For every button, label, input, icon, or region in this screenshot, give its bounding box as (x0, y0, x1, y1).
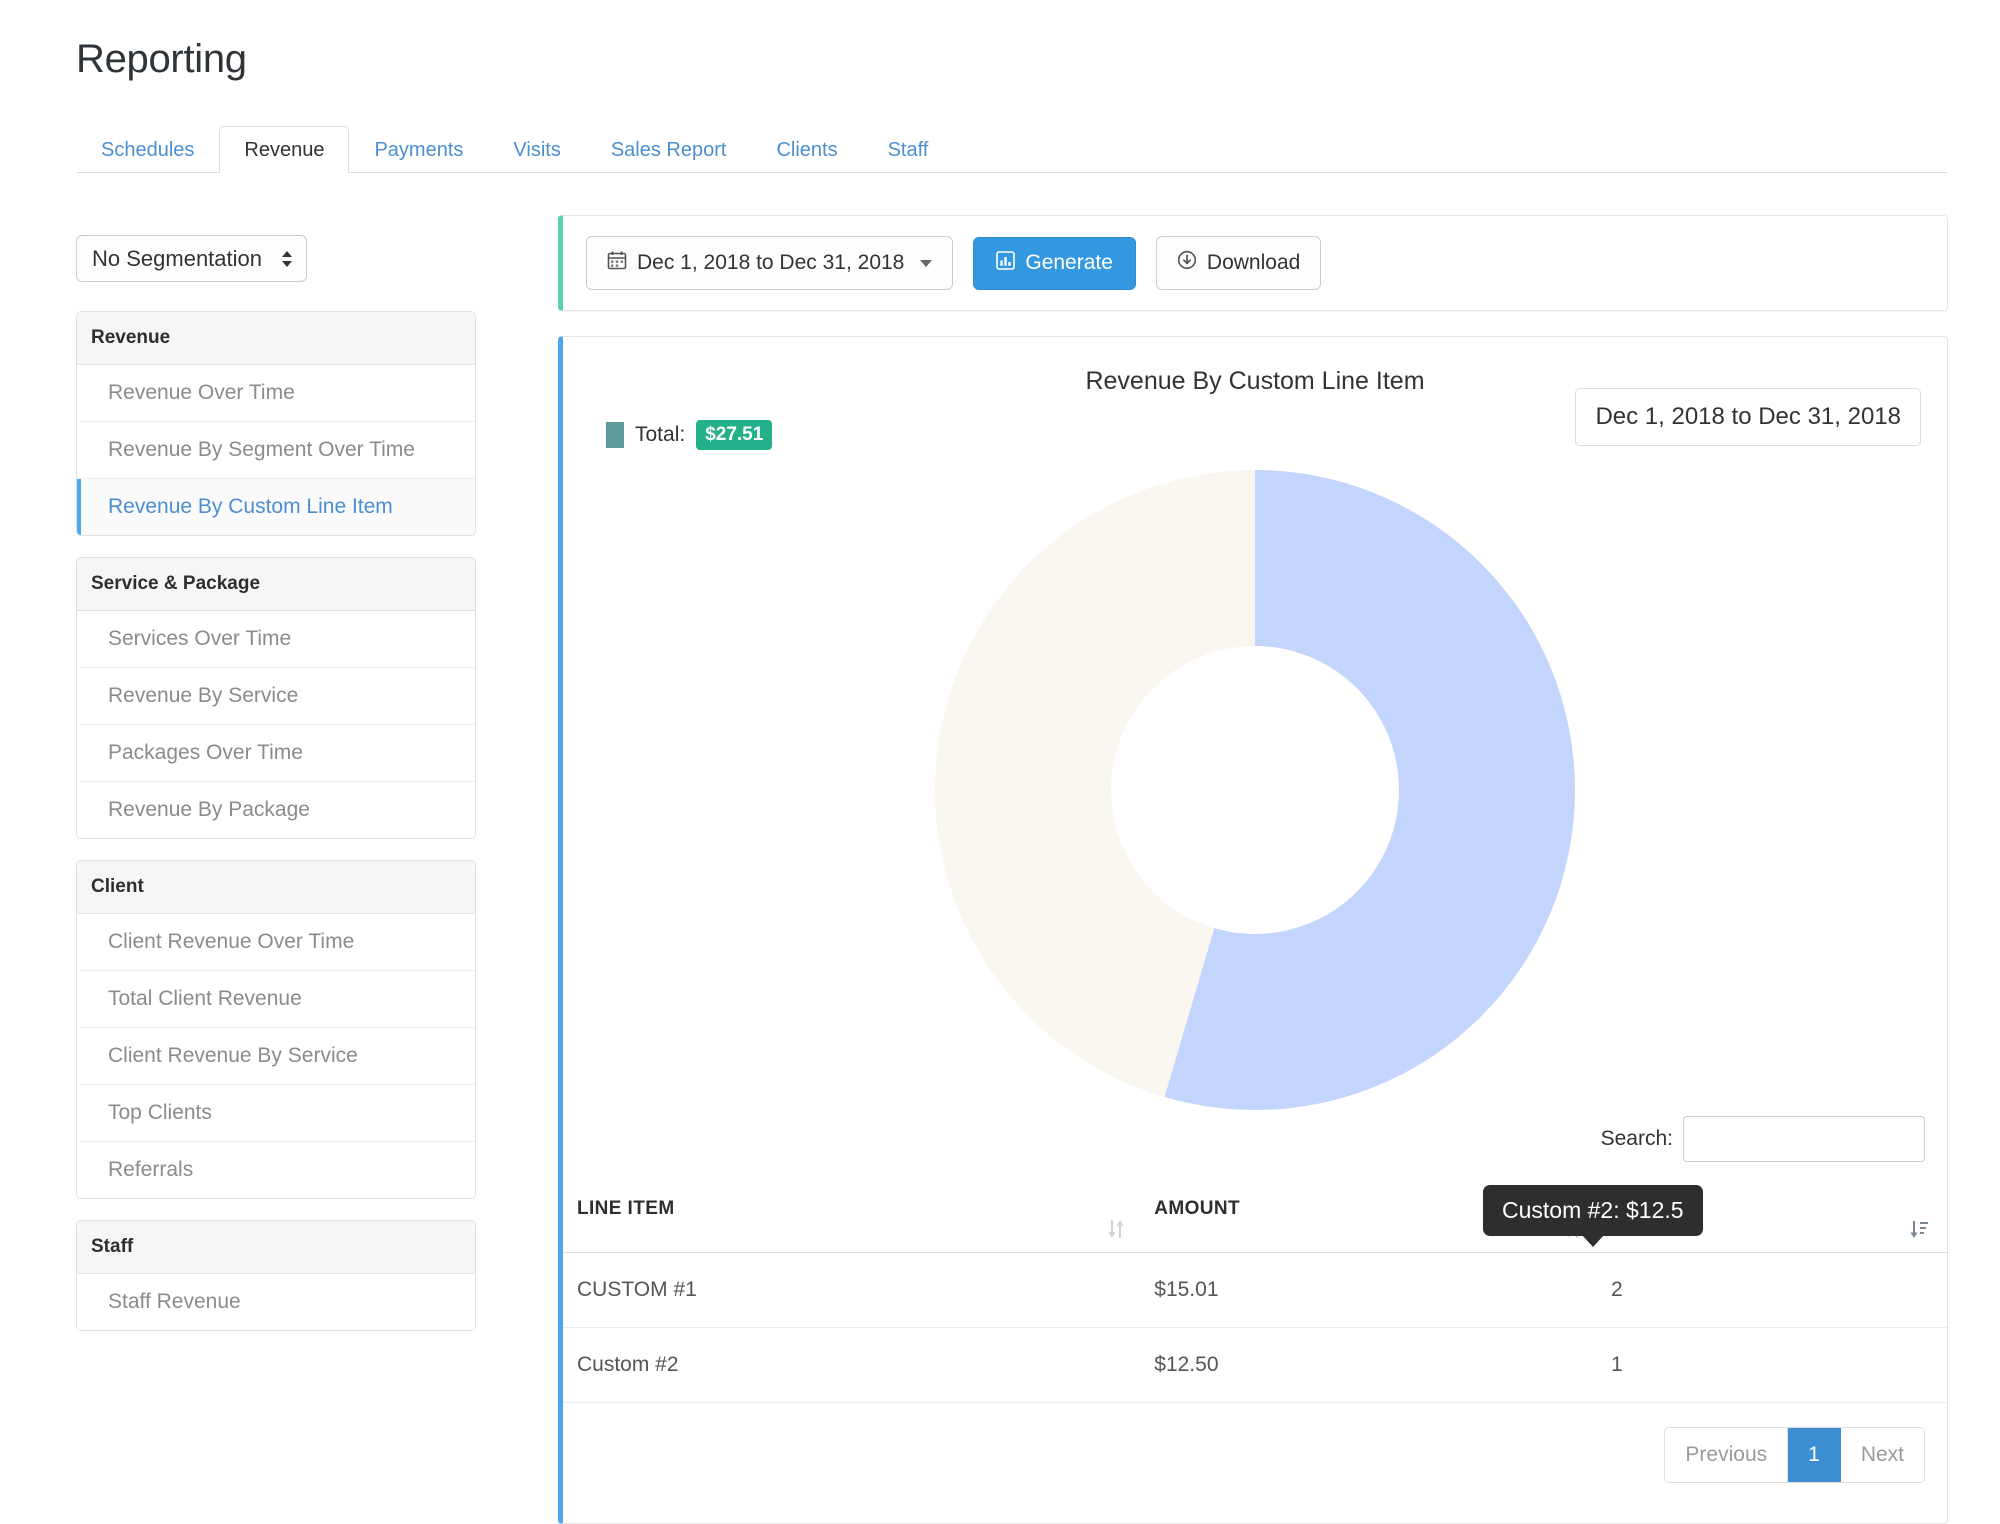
sidebar-report-groups: Revenue Revenue Over Time Revenue By Segme… (76, 311, 476, 1331)
sidebar-item-total-client-revenue[interactable]: Total Client Revenue (77, 971, 475, 1028)
donut-chart: Custom #2: $12.5 (563, 470, 1947, 1236)
generate-button[interactable]: Generate (973, 236, 1136, 290)
download-label: Download (1206, 251, 1301, 274)
table-row[interactable]: CUSTOM #1 $15.01 2 (563, 1252, 1947, 1328)
sidebar-group-heading: Service & Package (77, 558, 475, 611)
chart-tooltip: Custom #2: $12.5 (1483, 1185, 1703, 1236)
tab-visits[interactable]: Visits (488, 126, 585, 173)
sidebar-item-client-revenue-over-time[interactable]: Client Revenue Over Time (77, 914, 475, 971)
sidebar-group: Staff Staff Revenue (76, 1220, 476, 1331)
pagination-previous[interactable]: Previous (1665, 1428, 1789, 1482)
sidebar-group-heading: Revenue (77, 312, 475, 365)
pagination-row: Previous 1 Next (563, 1403, 1947, 1523)
chart-legend: Total: $27.51 (606, 420, 773, 450)
sort-toggle-icon (1106, 1218, 1126, 1244)
chart-date-range-badge: Dec 1, 2018 to Dec 31, 2018 (1575, 388, 1921, 446)
pagination: Previous 1 Next (1664, 1427, 1925, 1483)
sidebar-item-revenue-by-package[interactable]: Revenue By Package (77, 782, 475, 838)
table-header-row: LINE ITEMAMOUNTCOUNT (563, 1184, 1947, 1253)
table-row[interactable]: Custom #2 $12.50 1 (563, 1327, 1947, 1403)
segmentation-select-wrapper: No Segmentation (76, 235, 307, 282)
download-button[interactable]: Download (1155, 236, 1322, 290)
sidebar-group: Revenue Revenue Over Time Revenue By Segme… (76, 311, 476, 536)
table-body: CUSTOM #1 $15.01 2 Custom #2 $12.50 1 (563, 1252, 1947, 1403)
sidebar-item-revenue-by-service[interactable]: Revenue By Service (77, 668, 475, 725)
pagination-next[interactable]: Next (1840, 1428, 1924, 1482)
cell-amount: $12.50 (1144, 1327, 1601, 1403)
cell-line-item: CUSTOM #1 (563, 1252, 1145, 1328)
column-header-label: LINE ITEM (577, 1198, 675, 1219)
tab-payments[interactable]: Payments (349, 126, 488, 173)
bar-chart-icon (996, 250, 1016, 276)
cell-amount: $15.01 (1144, 1252, 1601, 1328)
sidebar-item-staff-revenue[interactable]: Staff Revenue (77, 1274, 475, 1330)
legend-total-value: $27.51 (696, 420, 773, 450)
report-table: LINE ITEMAMOUNTCOUNT CUSTOM #1$15.012Cus… (563, 1184, 1947, 1403)
segmentation-select[interactable]: No Segmentation (76, 235, 307, 282)
donut-hole (1111, 646, 1399, 934)
sidebar-item-client-revenue-by-service[interactable]: Client Revenue By Service (77, 1028, 475, 1085)
cell-count: 2 (1600, 1252, 1947, 1328)
date-range-label: Dec 1, 2018 to Dec 31, 2018 (637, 251, 905, 274)
chevron-down-icon (920, 259, 933, 267)
search-label: Search: (1600, 1127, 1673, 1150)
tab-staff[interactable]: Staff (863, 126, 954, 173)
legend-swatch-icon (606, 422, 624, 448)
calendar-icon (607, 250, 627, 276)
sidebar-item-revenue-by-custom-line-item[interactable]: Revenue By Custom Line Item (77, 479, 475, 535)
cell-line-item: Custom #2 (563, 1327, 1145, 1403)
cell-count: 1 (1600, 1327, 1947, 1403)
tab-bar: Schedules Revenue Payments Visits Sales Repo… (76, 126, 1948, 173)
report-panel: Revenue By Custom Line Item Total: $27.5… (558, 336, 1948, 1524)
main-content: Dec 1, 2018 to Dec 31, 2018 Generate Dow… (558, 215, 1948, 1524)
sidebar-group: Service & Package Services Over Time Reven… (76, 557, 476, 839)
pagination-page-1[interactable]: 1 (1788, 1428, 1841, 1482)
sidebar-group-heading: Staff (77, 1221, 475, 1274)
page-title: Reporting (76, 37, 247, 81)
sidebar: No Segmentation Revenue Revenue Over Time… (76, 235, 476, 1352)
sidebar-group: Client Client Revenue Over Time Total Clie… (76, 860, 476, 1199)
sidebar-item-services-over-time[interactable]: Services Over Time (77, 611, 475, 668)
sort-descending-icon (1909, 1218, 1929, 1244)
tab-schedules[interactable]: Schedules (76, 126, 219, 173)
sidebar-item-top-clients[interactable]: Top Clients (77, 1085, 475, 1142)
report-toolbar: Dec 1, 2018 to Dec 31, 2018 Generate Dow… (558, 215, 1948, 311)
legend-total-label: Total: (635, 423, 686, 446)
tab-sales-report[interactable]: Sales Report (586, 126, 752, 173)
sidebar-item-revenue-by-segment-over-time[interactable]: Revenue By Segment Over Time (77, 422, 475, 479)
chart-legend-row: Total: $27.51 Dec 1, 2018 to Dec 31, 201… (563, 388, 1947, 470)
sidebar-item-packages-over-time[interactable]: Packages Over Time (77, 725, 475, 782)
generate-label: Generate (1025, 251, 1113, 274)
sidebar-item-referrals[interactable]: Referrals (77, 1142, 475, 1198)
sidebar-item-revenue-over-time[interactable]: Revenue Over Time (77, 365, 475, 422)
download-circle-icon (1177, 250, 1197, 276)
column-header-label: AMOUNT (1154, 1198, 1241, 1219)
tab-clients[interactable]: Clients (751, 126, 862, 173)
sidebar-group-heading: Client (77, 861, 475, 914)
column-header-line-item[interactable]: LINE ITEM (563, 1184, 1145, 1253)
tab-revenue[interactable]: Revenue (219, 126, 350, 173)
table-head: LINE ITEMAMOUNTCOUNT (563, 1184, 1947, 1253)
date-range-picker[interactable]: Dec 1, 2018 to Dec 31, 2018 (586, 236, 954, 290)
